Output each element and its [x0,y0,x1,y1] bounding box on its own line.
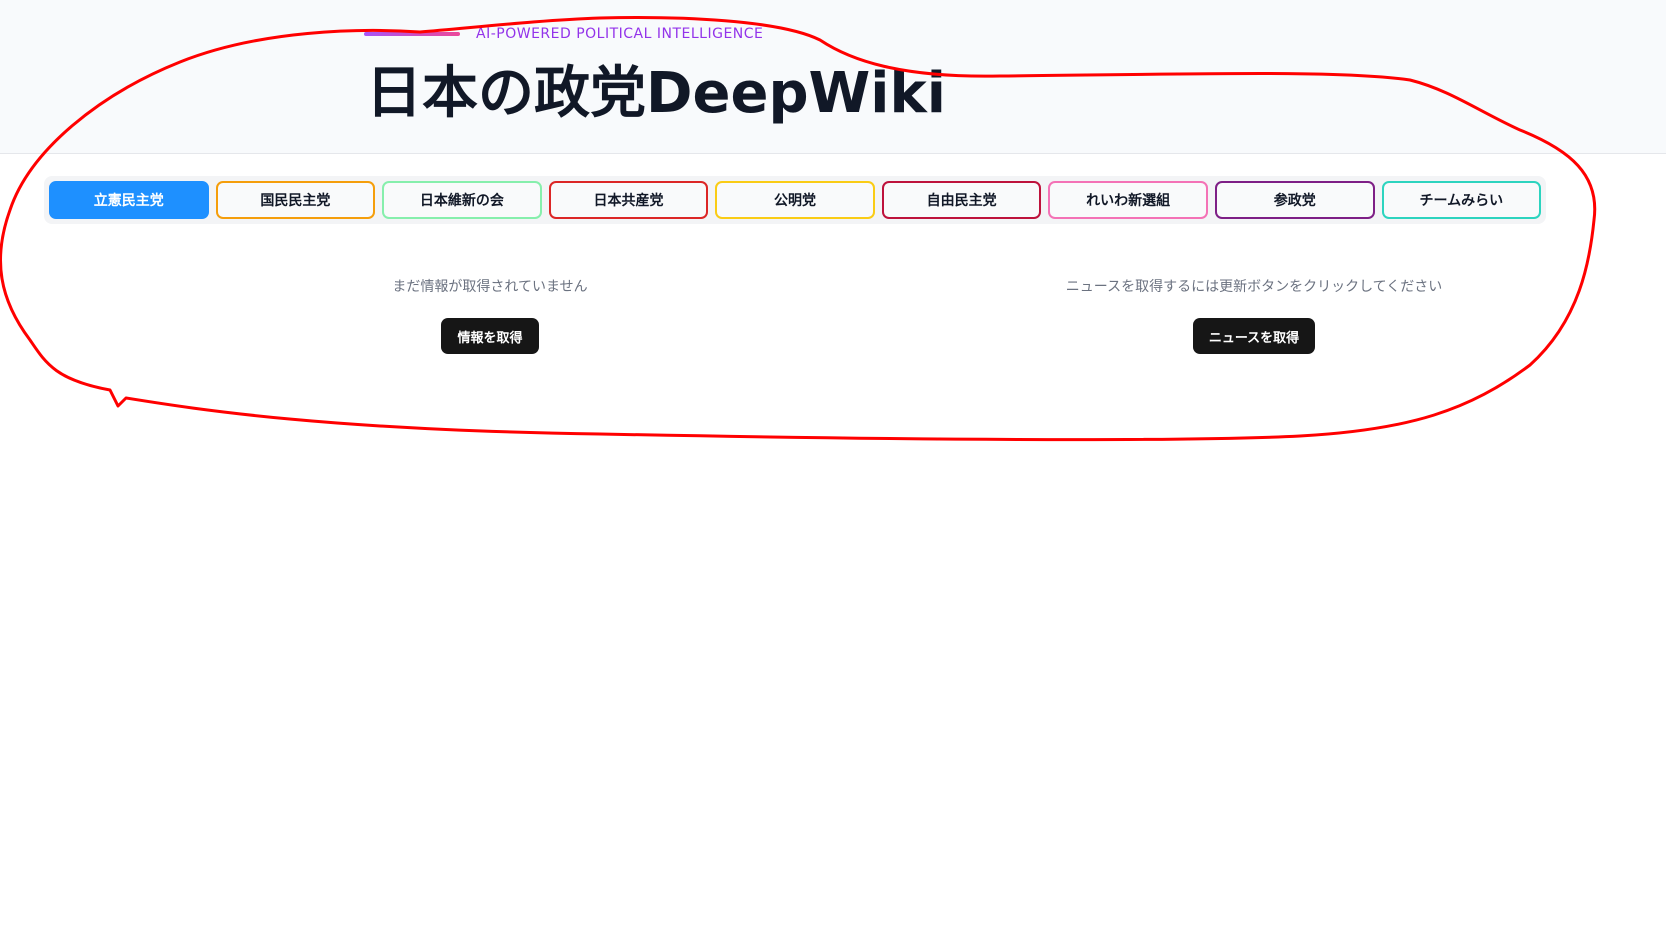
party-tabs: 立憲民主党 国民民主党 日本維新の会 日本共産党 公明党 自由民主党 れいわ新選… [44,176,1546,224]
page-header: AI-POWERED POLITICAL INTELLIGENCE 日本の政党D… [0,0,1666,154]
news-empty-message: ニュースを取得するには更新ボタンをクリックしてください [1065,279,1443,295]
tab-party-8[interactable]: 参政党 [1214,181,1375,219]
page-title: 日本の政党DeepWiki [366,61,946,126]
tab-party-5[interactable]: 公明党 [715,181,875,219]
fetch-info-button[interactable]: 情報を取得 [441,318,539,354]
tagline-accent-line [364,32,460,36]
tab-party-6[interactable]: 自由民主党 [881,181,1042,219]
page: AI-POWERED POLITICAL INTELLIGENCE 日本の政党D… [0,0,1666,930]
tab-party-4[interactable]: 日本共産党 [548,181,709,219]
tagline-row: AI-POWERED POLITICAL INTELLIGENCE [364,26,763,42]
info-empty-message: まだ情報が取得されていません [392,279,588,295]
fetch-news-button[interactable]: ニュースを取得 [1192,318,1316,354]
tab-party-3[interactable]: 日本維新の会 [382,181,542,219]
tab-party-9[interactable]: チームみらい [1381,181,1542,219]
tab-party-1[interactable]: 立憲民主党 [49,181,209,219]
tab-party-7[interactable]: れいわ新選組 [1048,181,1208,219]
info-panel: まだ情報が取得されていません 情報を取得 [340,276,640,354]
tagline: AI-POWERED POLITICAL INTELLIGENCE [476,26,764,42]
news-panel: ニュースを取得するには更新ボタンをクリックしてください ニュースを取得 [1024,276,1484,354]
tab-party-2[interactable]: 国民民主党 [215,181,376,219]
